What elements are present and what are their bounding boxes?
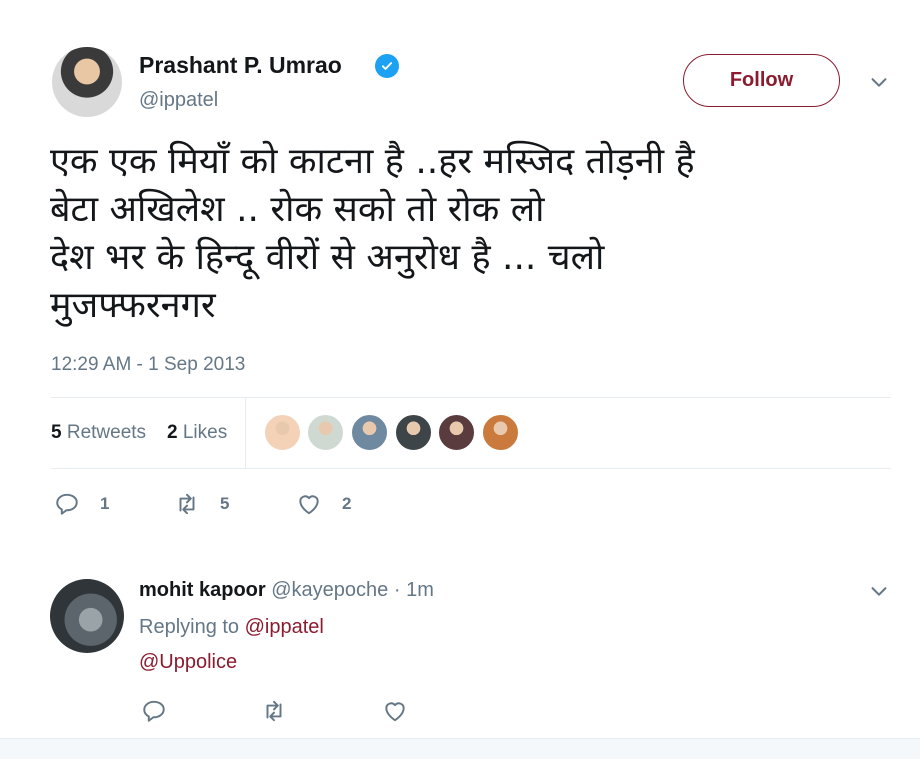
replying-to-link[interactable]: @ippatel [245,616,324,638]
likes-label: Likes [182,422,228,443]
tweet-text-line: एक एक मियाँ को काटना है ..हर मस्जिद तोड़… [50,141,695,182]
tweet-text-line: मुजफ्फरनगर [50,285,216,326]
tweet-text: एक एक मियाँ को काटना है ..हर मस्जिद तोड़… [50,138,870,330]
reply-count: 1 [100,494,110,513]
tweet-timestamp[interactable]: 12:29 AM - 1 Sep 2013 [51,354,245,376]
liker-avatar[interactable] [307,414,344,451]
chevron-down-icon[interactable] [868,580,890,602]
reply-icon[interactable] [141,698,167,724]
reply-author-avatar[interactable] [50,579,124,653]
liker-avatar[interactable] [264,414,301,451]
reply-separator: · [393,579,401,601]
reply-time[interactable]: 1m [406,579,434,601]
replying-prefix: Replying to [139,616,240,638]
author-avatar[interactable] [52,47,122,117]
verified-badge-icon [375,54,399,78]
like-count: 2 [342,494,352,513]
follow-button[interactable]: Follow [683,54,840,107]
chevron-down-icon[interactable] [868,71,890,93]
footer-band [0,738,920,759]
author-handle[interactable]: @ippatel [139,89,218,112]
liker-avatar[interactable] [438,414,475,451]
reply-author-name[interactable]: mohit kapoor [139,579,266,601]
retweet-action[interactable]: 5 [174,491,229,517]
liker-avatar[interactable] [482,414,519,451]
like-action[interactable]: 2 [296,491,351,517]
reply-action[interactable]: 1 [54,491,109,517]
divider [245,398,246,468]
divider [51,397,891,398]
heart-icon [299,495,319,515]
author-name[interactable]: Prashant P. Umrao [139,52,342,79]
retweet-icon[interactable] [261,698,287,724]
heart-icon[interactable] [382,698,408,724]
retweets-count: 5 [51,422,62,443]
reply-author-handle[interactable]: @kayepoche [271,579,388,601]
retweets-label: Retweets [66,422,147,443]
retweet-icon [179,493,195,515]
tweet-text-line: देश भर के हिन्दू वीरों से अनुरोध है ... … [50,237,605,278]
likes-count: 2 [167,422,178,443]
reply-header: mohit kapoor @kayepoche · 1m [139,579,434,602]
retweet-count: 5 [220,494,230,513]
replying-to: Replying to @ippatel [139,616,324,639]
divider [51,468,891,469]
liker-avatar[interactable] [351,414,388,451]
liker-avatar[interactable] [395,414,432,451]
retweets-stat[interactable]: 5 Retweets [51,422,146,444]
likes-stat[interactable]: 2 Likes [167,422,227,444]
reply-text-mention[interactable]: @Uppolice [139,651,237,674]
tweet-text-line: बेटा अखिलेश .. रोक सको तो रोक लो [50,189,545,230]
reply-icon [56,493,78,515]
